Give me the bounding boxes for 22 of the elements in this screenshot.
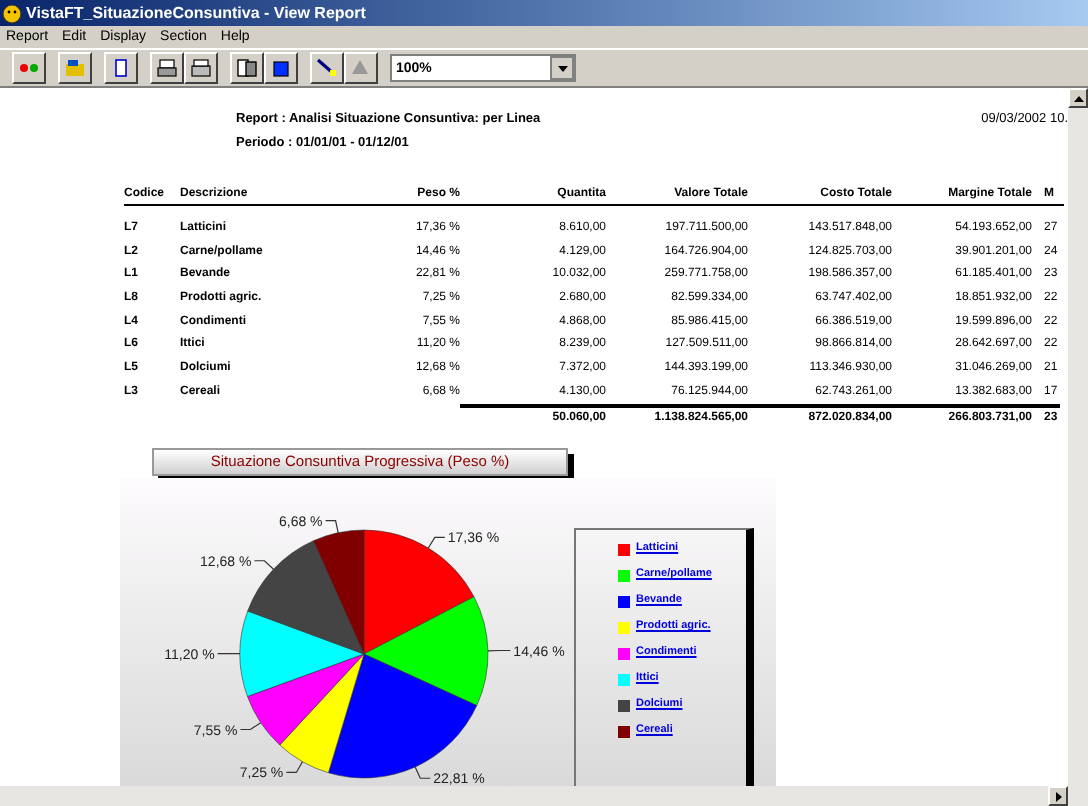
leader-line	[487, 648, 511, 651]
wand-icon[interactable]	[310, 52, 344, 84]
vertical-scrollbar[interactable]	[1068, 88, 1088, 786]
leader-line	[427, 535, 446, 548]
leader-line	[239, 721, 262, 730]
leader-line	[217, 652, 241, 654]
square-icon[interactable]	[264, 52, 298, 84]
leader-line	[285, 760, 304, 773]
up-arrow-icon	[1073, 95, 1083, 101]
pages-icon[interactable]	[230, 52, 264, 84]
right-arrow-icon	[1055, 791, 1061, 801]
folder-icon[interactable]	[58, 52, 92, 84]
dropdown-arrow-icon	[557, 65, 567, 71]
window-title: VistaFT_SituazioneConsuntiva - View Report	[26, 5, 366, 21]
horizontal-scrollbar[interactable]	[0, 786, 1088, 806]
printer-icon[interactable]	[184, 52, 218, 84]
app-icon	[2, 3, 22, 23]
print-icon[interactable]	[150, 52, 184, 84]
leader-line	[324, 519, 339, 533]
leader-line	[414, 765, 431, 778]
document-icon[interactable]	[104, 52, 138, 84]
leader-line	[253, 559, 275, 569]
